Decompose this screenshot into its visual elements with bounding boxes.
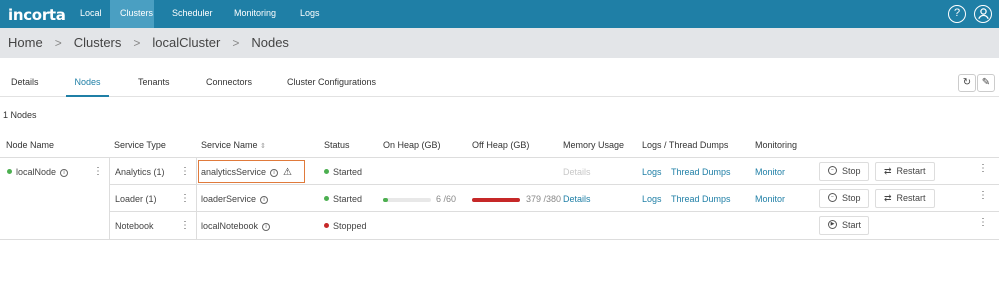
column-on-heap: On Heap (GB) [383,140,441,150]
on-heap-bar-fill [383,198,388,202]
warning-highlight [198,160,305,183]
column-memory-usage: Memory Usage [563,140,625,150]
restart-icon: ⇄ [884,166,892,176]
logs-link[interactable]: Logs [642,194,662,204]
nav-monitoring[interactable]: Monitoring [224,0,290,28]
breadcrumb-cluster[interactable]: localCluster [152,35,220,50]
tab-details[interactable]: Details [11,68,39,97]
edit-icon[interactable]: ✎ [977,74,995,92]
column-monitoring: Monitoring [755,140,798,150]
node-more-icon[interactable]: ⋮ [93,166,103,177]
breadcrumb-bar: Home > Clusters > localCluster > Nodes [0,28,999,58]
restart-button[interactable]: ⇄ Restart [875,189,935,208]
tab-connectors[interactable]: Connectors [206,68,252,97]
stop-icon: − [828,193,837,203]
row-more-icon[interactable]: ⋮ [978,190,988,201]
nav-local[interactable]: Local [70,0,110,28]
column-off-heap: Off Heap (GB) [472,140,530,150]
memory-usage-details: Details [563,167,591,177]
table-header: Node Name Service Type Service Name ⇕ St… [0,132,999,158]
incorta-logo[interactable]: incorta [8,6,66,24]
main-nav: Local Clusters Scheduler Monitoring Logs [70,0,330,28]
logs-link[interactable]: Logs [642,167,662,177]
status-dot [324,196,329,202]
status-cell: Stopped [324,221,367,231]
nav-scheduler[interactable]: Scheduler [162,0,224,28]
node-cell: localNode i ⋮ [0,158,110,240]
off-heap-bar [472,198,520,202]
service-name[interactable]: loaderService i [201,194,269,204]
table-row: Loader (1) ⋮ loaderService i Started 6 /6… [110,185,999,212]
column-service-name[interactable]: Service Name ⇕ [201,140,266,150]
status-cell: Started [324,167,362,177]
status-dot [324,169,329,175]
restart-icon: ⇄ [884,193,892,203]
service-type: Analytics (1) [115,167,165,177]
info-icon[interactable]: i [60,168,69,177]
chevron-right-icon: > [54,35,62,50]
service-type: Loader (1) [115,194,157,204]
restart-button[interactable]: ⇄ Restart [875,162,935,181]
refresh-icon[interactable]: ↻ [958,74,976,92]
column-status: Status [324,140,350,150]
monitor-link[interactable]: Monitor [755,194,785,204]
nav-logs[interactable]: Logs [290,0,330,28]
service-type-more-icon[interactable]: ⋮ [180,193,190,204]
status-cell: Started [324,194,362,204]
service-type-more-icon[interactable]: ⋮ [180,220,190,231]
breadcrumb-clusters[interactable]: Clusters [74,35,122,50]
service-name[interactable]: localNotebook i [201,221,271,231]
row-more-icon[interactable]: ⋮ [978,163,988,174]
status-dot [324,223,329,229]
start-button[interactable]: ▶ Start [819,216,869,235]
node-status-dot [7,169,12,175]
breadcrumb-current: Nodes [251,35,289,50]
breadcrumb: Home > Clusters > localCluster > Nodes [8,35,289,50]
monitor-link[interactable]: Monitor [755,167,785,177]
column-node-name: Node Name [6,140,55,150]
node-name[interactable]: localNode i [7,167,69,177]
help-circle-icon[interactable]: ? [948,5,966,23]
thread-dumps-link[interactable]: Thread Dumps [671,167,731,177]
service-type-more-icon[interactable]: ⋮ [180,166,190,177]
memory-usage-details[interactable]: Details [563,194,591,204]
column-service-type: Service Type [114,140,166,150]
column-logs-thread-dumps: Logs / Thread Dumps [642,140,729,150]
top-navbar: incorta Local Clusters Scheduler Monitor… [0,0,999,28]
user-circle-icon[interactable] [974,5,992,23]
node-count: 1 Nodes [3,110,37,120]
breadcrumb-home[interactable]: Home [8,35,43,50]
off-heap-value: 379 /380 [526,194,562,204]
row-more-icon[interactable]: ⋮ [978,217,988,228]
tab-cluster-configurations[interactable]: Cluster Configurations [287,68,376,97]
on-heap-bar [383,198,431,202]
sort-icon: ⇕ [260,143,266,150]
table-row: Notebook ⋮ localNotebook i Stopped ▶ Start… [110,212,999,240]
chevron-right-icon: > [232,35,240,50]
stop-button[interactable]: − Stop [819,162,869,181]
tab-bar: Details Nodes Tenants Connectors Cluster… [0,68,999,97]
service-type: Notebook [115,221,154,231]
on-heap-value: 6 /60 [436,194,457,204]
info-icon[interactable]: i [260,195,269,204]
tab-tenants[interactable]: Tenants [138,68,170,97]
play-icon: ▶ [828,220,837,230]
chevron-right-icon: > [133,35,141,50]
info-icon[interactable]: i [262,222,271,231]
stop-icon: − [828,166,837,176]
tab-nodes[interactable]: Nodes [66,68,109,97]
thread-dumps-link[interactable]: Thread Dumps [671,194,731,204]
off-heap-bar-fill [472,198,520,202]
nav-clusters[interactable]: Clusters [110,0,154,28]
stop-button[interactable]: − Stop [819,189,869,208]
